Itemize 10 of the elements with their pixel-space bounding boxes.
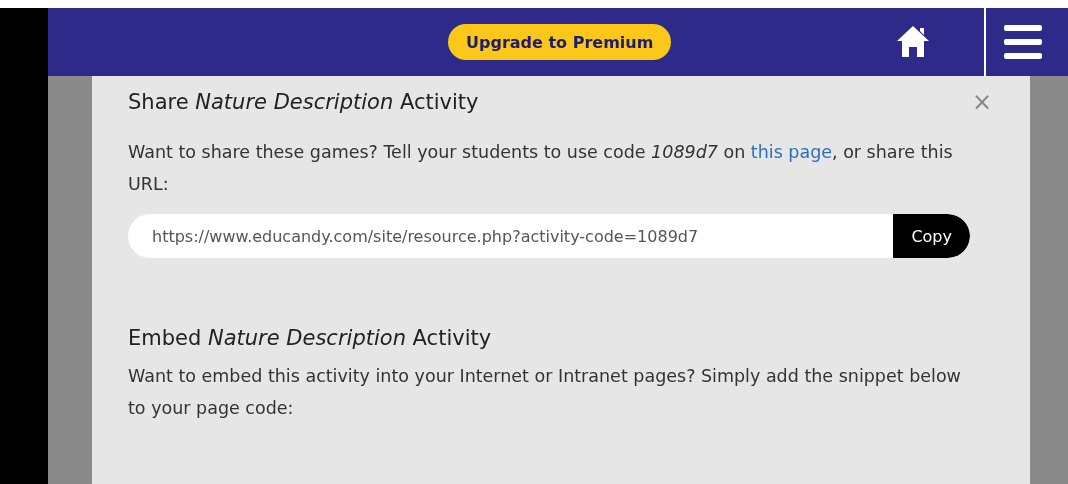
page-link[interactable]: this page — [750, 142, 833, 162]
embed-instructions: Want to embed this activity into your Internet or Intranet pages? Simply add the snippet below to your page code: — [128, 365, 962, 420]
dialog-title: Share Nature Description Activity — [128, 90, 479, 114]
menu-icon[interactable] — [1004, 24, 1042, 60]
section-title: Embed Nature Description Activity — [128, 326, 492, 350]
upgrade-button[interactable]: Upgrade to Premium — [448, 24, 672, 60]
home-icon[interactable] — [896, 24, 930, 58]
share-instructions: Want to share these games? Tell your students to use code 1089d7 on this page, or share this URL: — [128, 141, 954, 196]
url-field[interactable]: https://www.educandy.com/site/resource.php?activity-code=1089d7 — [128, 214, 894, 258]
copy-button[interactable]: Copy — [893, 214, 970, 258]
